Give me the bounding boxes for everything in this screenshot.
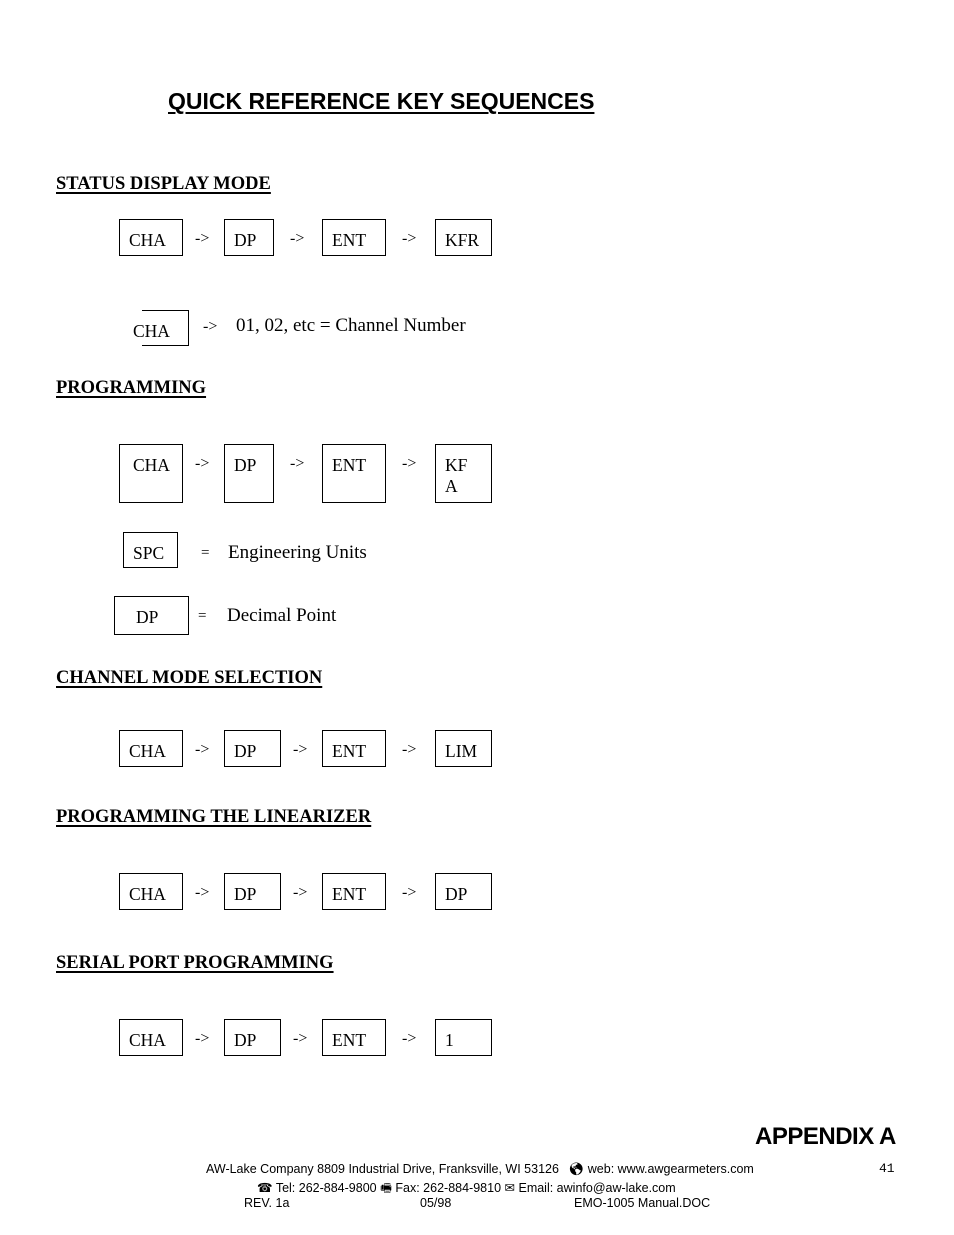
key-box: DP bbox=[224, 444, 274, 503]
appendix-label: APPENDIX A bbox=[755, 1123, 896, 1150]
arrow: -> bbox=[290, 455, 305, 472]
globe-icon: 🌎︎ bbox=[568, 1162, 585, 1176]
key-box: ENT bbox=[322, 444, 386, 503]
key-box: CHA bbox=[119, 444, 183, 503]
footer-document-name: EMO-1005 Manual.DOC bbox=[574, 1196, 711, 1210]
fax-icon: 🖷︎ bbox=[380, 1181, 392, 1195]
key-box: ENT bbox=[322, 873, 386, 910]
section-heading-linearizer: PROGRAMMING THE LINEARIZER bbox=[56, 807, 372, 827]
arrow: -> bbox=[293, 741, 308, 758]
key-box: DP bbox=[224, 1019, 281, 1056]
telephone: Tel: 262-884-9800 bbox=[275, 1181, 377, 1195]
key-box: CHA bbox=[119, 219, 183, 256]
section-heading-programming: PROGRAMMING bbox=[56, 378, 207, 398]
channel-number-text: 01, 02, etc = Channel Number bbox=[236, 315, 466, 336]
equals-sign: = bbox=[198, 608, 207, 624]
telephone-icon: ☎ bbox=[257, 1181, 273, 1195]
section-heading-status-display: STATUS DISPLAY MODE bbox=[56, 174, 271, 194]
key-box: LIM bbox=[435, 730, 492, 767]
key-box: DP bbox=[114, 596, 189, 635]
arrow: -> bbox=[293, 884, 308, 901]
key-box: KFR bbox=[435, 219, 492, 256]
arrow: -> bbox=[293, 1030, 308, 1047]
equals-sign: = bbox=[201, 545, 210, 561]
key-box: ENT bbox=[322, 730, 386, 767]
key-box: ENT bbox=[322, 219, 386, 256]
key-box: SPC bbox=[123, 532, 178, 568]
page-number: 41 bbox=[879, 1161, 895, 1176]
definition-text: Decimal Point bbox=[227, 605, 337, 626]
arrow: -> bbox=[402, 884, 417, 901]
company-address: AW-Lake Company 8809 Industrial Drive, F… bbox=[206, 1162, 559, 1176]
footer-revision: REV. 1a bbox=[244, 1196, 290, 1210]
arrow: -> bbox=[195, 1030, 210, 1047]
arrow: -> bbox=[402, 741, 417, 758]
page-title: QUICK REFERENCE KEY SEQUENCES bbox=[168, 88, 595, 114]
arrow: -> bbox=[195, 884, 210, 901]
email-icon: ✉ bbox=[504, 1181, 515, 1195]
footer-address-line: AW-Lake Company 8809 Industrial Drive, F… bbox=[206, 1162, 754, 1177]
key-box: CHA bbox=[119, 730, 183, 767]
email: Email: awinfo@aw-lake.com bbox=[518, 1181, 676, 1195]
key-box: KF A bbox=[435, 444, 492, 503]
arrow: -> bbox=[402, 230, 417, 247]
fax: Fax: 262-884-9810 bbox=[395, 1181, 502, 1195]
key-box: DP bbox=[435, 873, 492, 910]
arrow: -> bbox=[203, 318, 218, 335]
section-heading-serial-port: SERIAL PORT PROGRAMMING bbox=[56, 953, 334, 973]
key-box: 1 bbox=[435, 1019, 492, 1056]
key-box: ENT bbox=[322, 1019, 386, 1056]
key-box: CHA bbox=[119, 1019, 183, 1056]
arrow: -> bbox=[402, 455, 417, 472]
arrow: -> bbox=[195, 741, 210, 758]
footer-date: 05/98 bbox=[420, 1196, 452, 1210]
section-heading-channel-mode: CHANNEL MODE SELECTION bbox=[56, 668, 323, 688]
website: web: www.awgearmeters.com bbox=[587, 1162, 754, 1176]
key-box: CHA bbox=[119, 873, 183, 910]
arrow: -> bbox=[195, 455, 210, 472]
key-box: CHA bbox=[133, 310, 189, 346]
arrow: -> bbox=[402, 1030, 417, 1047]
key-box: DP bbox=[224, 219, 274, 256]
key-box: DP bbox=[224, 873, 281, 910]
arrow: -> bbox=[195, 230, 210, 247]
key-box: DP bbox=[224, 730, 281, 767]
arrow: -> bbox=[290, 230, 305, 247]
definition-text: Engineering Units bbox=[228, 542, 367, 563]
